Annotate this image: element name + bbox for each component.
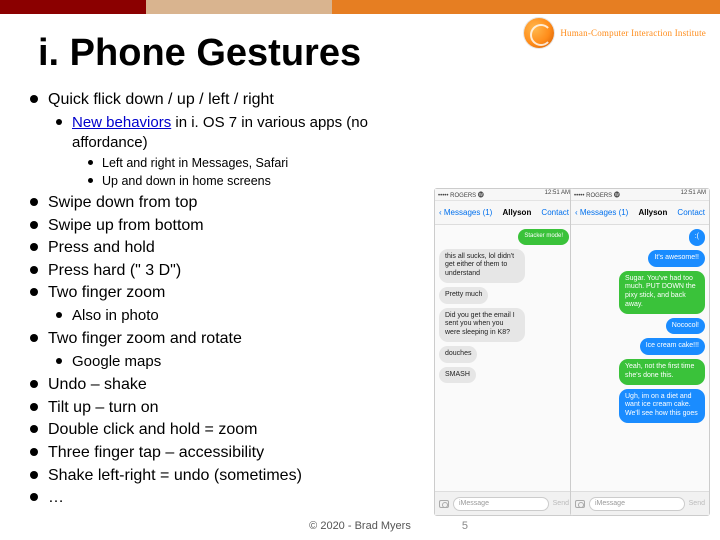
bullet-tilt-up: Tilt up – turn on <box>26 397 420 419</box>
msg-out: Ice cream cake!!! <box>640 338 705 355</box>
bullet-text: Two finger zoom and rotate <box>48 330 242 347</box>
msg-in: this all sucks, lol didn't get either of… <box>439 249 525 283</box>
bullet-shake-lr: Shake left-right = undo (sometimes) <box>26 465 420 487</box>
phone-right: ••••• ROGERS 🅦 12:51 AM ‹ Messages (1) A… <box>570 188 710 516</box>
bullet-undo-shake: Undo – shake <box>26 374 420 396</box>
sub-also-photo: Also in photo <box>48 306 420 326</box>
nav-title: Allyson <box>502 208 531 217</box>
msg-out: Ugh, im on a diet and want ice cream cak… <box>619 389 705 423</box>
stacker-banner: Stacker mode! <box>518 229 569 245</box>
msg-in: SMASH <box>439 367 476 384</box>
msg-in: douches <box>439 346 477 363</box>
bullet-press-hold: Press and hold <box>26 237 420 259</box>
sub-new-behaviors: New behaviors in i. OS 7 in various apps… <box>48 113 420 191</box>
subsub-messages-safari: Left and right in Messages, Safari <box>80 155 420 173</box>
send-button[interactable]: Send <box>553 500 569 507</box>
bullet-press-hard: Press hard (" 3 D") <box>26 260 420 282</box>
page-number: 5 <box>462 520 468 532</box>
bullet-swipe-up: Swipe up from bottom <box>26 215 420 237</box>
composer: iMessage Send <box>571 491 709 515</box>
status-bar: ••••• ROGERS 🅦 12:51 AM <box>435 189 573 201</box>
slide: Human-Computer Interaction Institute i. … <box>0 0 720 540</box>
message-list-left: Stacker mode! this all sucks, lol didn't… <box>435 225 573 387</box>
msg-in: Did you get the email I sent you when yo… <box>439 308 525 342</box>
sub-google-maps: Google maps <box>48 352 420 372</box>
status-time: 12:51 AM <box>545 190 570 199</box>
bullet-two-finger-zoom: Two finger zoom Also in photo <box>26 282 420 326</box>
compose-input[interactable]: iMessage <box>589 497 685 511</box>
msg-out: Yeah, not the first time she's done this… <box>619 359 705 385</box>
msg-out: Nococol! <box>666 318 705 335</box>
nav-bar: ‹ Messages (1) Allyson Contact <box>435 201 573 225</box>
bullet-text: Quick flick down / up / left / right <box>48 91 274 108</box>
bar-segment-orange <box>332 0 720 14</box>
status-carrier: ••••• ROGERS 🅦 <box>438 190 484 199</box>
compose-placeholder: iMessage <box>595 500 625 507</box>
status-bar: ••••• ROGERS 🅦 12:51 AM <box>571 189 709 201</box>
bar-segment-dark <box>0 0 146 14</box>
compose-input[interactable]: iMessage <box>453 497 549 511</box>
msg-in: Pretty much <box>439 287 488 304</box>
bullet-ellipsis: … <box>26 487 420 509</box>
send-button[interactable]: Send <box>689 500 705 507</box>
bullet-two-finger-zoom-rotate: Two finger zoom and rotate Google maps <box>26 328 420 372</box>
msg-out: It's awesome!! <box>648 250 705 267</box>
bullet-quick-flick: Quick flick down / up / left / right New… <box>26 89 420 190</box>
footer-copyright: © 2020 - Brad Myers <box>0 520 720 532</box>
institute-name: Human-Computer Interaction Institute <box>560 28 706 38</box>
camera-icon[interactable] <box>439 500 449 508</box>
bullet-double-click-hold: Double click and hold = zoom <box>26 419 420 441</box>
phones-illustration: ••••• ROGERS 🅦 12:51 AM ‹ Messages (1) A… <box>434 188 710 518</box>
top-accent-bar <box>0 0 720 14</box>
nav-contact[interactable]: Contact <box>541 208 569 217</box>
institute-logo: Human-Computer Interaction Institute <box>524 18 706 48</box>
bullet-three-finger-tap: Three finger tap – accessibility <box>26 442 420 464</box>
slide-content: Quick flick down / up / left / right New… <box>0 75 430 509</box>
bullet-list: Quick flick down / up / left / right New… <box>26 89 420 509</box>
nav-bar: ‹ Messages (1) Allyson Contact <box>571 201 709 225</box>
bullet-swipe-down: Swipe down from top <box>26 192 420 214</box>
bar-segment-tan <box>146 0 332 14</box>
nav-back[interactable]: ‹ Messages (1) <box>575 208 628 217</box>
subsub-home-screens: Up and down in home screens <box>80 173 420 191</box>
new-behaviors-link[interactable]: New behaviors <box>72 114 171 131</box>
msg-out: Sugar. You've had too much. PUT DOWN the… <box>619 271 705 314</box>
compose-placeholder: iMessage <box>459 500 489 507</box>
nav-contact[interactable]: Contact <box>677 208 705 217</box>
composer: iMessage Send <box>435 491 573 515</box>
status-carrier: ••••• ROGERS 🅦 <box>574 190 620 199</box>
phone-left: ••••• ROGERS 🅦 12:51 AM ‹ Messages (1) A… <box>434 188 574 516</box>
hcii-circle-icon <box>524 18 554 48</box>
msg-out: :( <box>689 229 705 246</box>
bullet-text: Two finger zoom <box>48 284 165 301</box>
message-list-right: :( It's awesome!! Sugar. You've had too … <box>571 225 709 427</box>
nav-back[interactable]: ‹ Messages (1) <box>439 208 492 217</box>
camera-icon[interactable] <box>575 500 585 508</box>
nav-title: Allyson <box>638 208 667 217</box>
status-time: 12:51 AM <box>681 190 706 199</box>
